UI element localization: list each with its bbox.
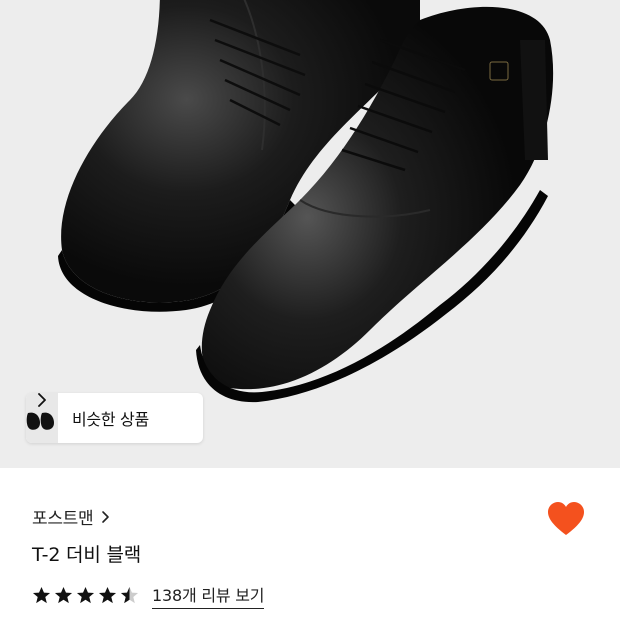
star-icon xyxy=(98,586,117,604)
review-count-link[interactable]: 138개 리뷰 보기 xyxy=(152,582,265,609)
star-icon xyxy=(54,586,73,604)
brand-name: 포스트맨 xyxy=(32,509,94,529)
brand-link[interactable]: 포스트맨 xyxy=(32,504,111,529)
chevron-right-icon xyxy=(38,393,46,407)
similar-products-label: 비슷한 상품 xyxy=(72,410,149,429)
star-icon xyxy=(32,586,51,604)
rating-row: 138개 리뷰 보기 xyxy=(32,582,265,609)
chevron-right-icon xyxy=(102,510,110,523)
rating-stars xyxy=(32,586,142,605)
product-info: 포스트맨 T-2 더비 블랙 138개 리뷰 보기 xyxy=(0,468,620,620)
similar-products-button[interactable]: 비슷한 상품 xyxy=(26,393,203,443)
star-icon xyxy=(76,586,95,604)
star-half-icon xyxy=(120,586,139,604)
product-image: 비슷한 상품 xyxy=(0,0,620,468)
heart-icon[interactable] xyxy=(546,500,586,538)
product-name: T-2 더비 블랙 xyxy=(32,544,142,566)
